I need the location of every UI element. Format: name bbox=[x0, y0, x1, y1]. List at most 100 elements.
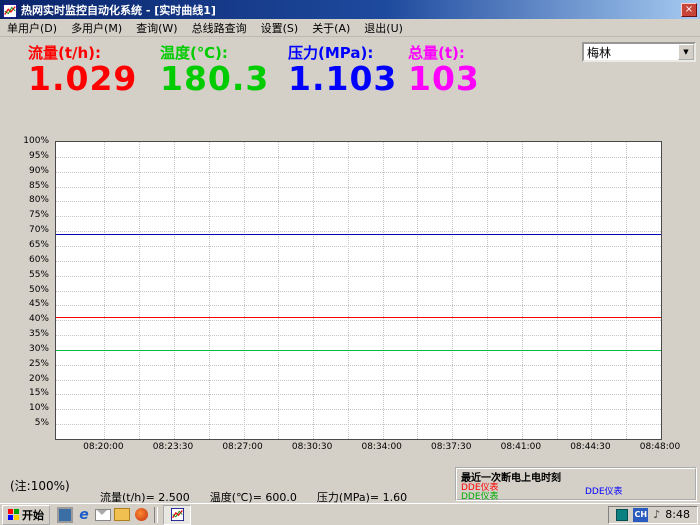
x-axis-label: 08:34:00 bbox=[361, 442, 401, 452]
series-line-3 bbox=[56, 350, 661, 351]
dde-meter-2: DDE仪表 bbox=[461, 489, 499, 502]
y-axis-label: 50% bbox=[5, 285, 49, 295]
h-gridline bbox=[56, 276, 661, 277]
realtime-chart: 100% 95% 90% 85% 80% 75% 70% 65% 60% 55% 50% 45% 40%… bbox=[8, 137, 688, 467]
y-axis-label: 100% bbox=[5, 136, 49, 146]
h-gridline bbox=[56, 172, 661, 173]
menu-item-query[interactable]: 查询(W) bbox=[129, 18, 184, 38]
close-button[interactable]: × bbox=[681, 3, 697, 17]
h-gridline bbox=[56, 380, 661, 381]
h-gridline bbox=[56, 424, 661, 425]
internet-explorer-icon[interactable]: e bbox=[76, 507, 92, 523]
mail-icon[interactable] bbox=[95, 507, 111, 523]
folder-icon[interactable] bbox=[114, 507, 130, 523]
v-gridline bbox=[244, 142, 245, 439]
y-axis-label: 25% bbox=[5, 359, 49, 369]
app-icon bbox=[171, 508, 184, 521]
h-gridline bbox=[56, 201, 661, 202]
dde-meter-3: DDE仪表 bbox=[585, 484, 623, 497]
h-gridline bbox=[56, 335, 661, 336]
menu-item-exit[interactable]: 退出(U) bbox=[357, 18, 410, 38]
windows-flag-icon bbox=[8, 509, 19, 520]
y-axis-label: 15% bbox=[5, 388, 49, 398]
y-axis-label: 70% bbox=[5, 225, 49, 235]
x-axis-label: 08:48:00 bbox=[640, 442, 680, 452]
scale-note: (注:100%) bbox=[10, 477, 70, 494]
v-gridline bbox=[557, 142, 558, 439]
v-gridline bbox=[278, 142, 279, 439]
pressure-value: 1.103 bbox=[288, 59, 408, 98]
station-select[interactable]: 梅林 ▼ bbox=[582, 42, 696, 62]
v-gridline bbox=[591, 142, 592, 439]
y-axis-label: 35% bbox=[5, 329, 49, 339]
series-line-1 bbox=[56, 234, 661, 235]
x-axis-label: 08:41:00 bbox=[501, 442, 541, 452]
v-gridline bbox=[313, 142, 314, 439]
h-gridline bbox=[56, 216, 661, 217]
y-axis-label: 65% bbox=[5, 240, 49, 250]
v-gridline bbox=[626, 142, 627, 439]
y-axis-label: 45% bbox=[5, 299, 49, 309]
menu-bar: 单用户(D) 多用户(M) 查询(W) 总线路查询 设置(S) 关于(A) 退出… bbox=[0, 19, 700, 37]
station-select-value: 梅林 bbox=[584, 44, 678, 61]
y-axis-label: 20% bbox=[5, 374, 49, 384]
y-axis-label: 5% bbox=[5, 418, 49, 428]
x-axis-label: 08:30:30 bbox=[292, 442, 332, 452]
y-axis-label: 80% bbox=[5, 195, 49, 205]
x-axis-label: 08:44:30 bbox=[570, 442, 610, 452]
h-gridline bbox=[56, 187, 661, 188]
menu-item-about[interactable]: 关于(A) bbox=[305, 18, 357, 38]
y-axis-label: 95% bbox=[5, 151, 49, 161]
start-button-label: 开始 bbox=[22, 507, 44, 523]
flow-value: 1.029 bbox=[28, 59, 160, 98]
series-line-2 bbox=[56, 317, 661, 318]
v-gridline bbox=[522, 142, 523, 439]
taskbar: 开始 e CH ♪ 8:48 bbox=[0, 503, 700, 525]
h-gridline bbox=[56, 231, 661, 232]
readings-values-row: 1.029 180.3 1.103 103 bbox=[28, 59, 480, 98]
h-gridline bbox=[56, 246, 661, 247]
language-indicator[interactable]: CH bbox=[633, 508, 648, 522]
plot-area bbox=[55, 141, 662, 440]
h-gridline bbox=[56, 365, 661, 366]
temperature-value: 180.3 bbox=[160, 59, 288, 98]
x-axis-label: 08:27:00 bbox=[222, 442, 262, 452]
power-event-panel: 最近一次断电上电时刻 DDE仪表 DDE仪表 DDE仪表 bbox=[455, 467, 697, 501]
h-gridline bbox=[56, 394, 661, 395]
y-axis-label: 85% bbox=[5, 181, 49, 191]
v-gridline bbox=[383, 142, 384, 439]
task-button-monitor-app[interactable] bbox=[163, 505, 191, 525]
y-axis-label: 90% bbox=[5, 166, 49, 176]
y-axis-label: 10% bbox=[5, 403, 49, 413]
taskbar-separator bbox=[154, 507, 158, 523]
menu-item-busline-query[interactable]: 总线路查询 bbox=[185, 18, 254, 38]
menu-item-single-user[interactable]: 单用户(D) bbox=[0, 18, 64, 38]
v-gridline bbox=[417, 142, 418, 439]
v-gridline bbox=[209, 142, 210, 439]
taskbar-clock[interactable]: 8:48 bbox=[665, 508, 690, 521]
main-content: 流量(t/h): 温度(℃): 压力(MPa): 总量(t): 梅林 ▼ 1.0… bbox=[0, 37, 700, 503]
x-axis-label: 08:20:00 bbox=[83, 442, 123, 452]
y-axis-label: 60% bbox=[5, 255, 49, 265]
v-gridline bbox=[104, 142, 105, 439]
menu-item-multi-user[interactable]: 多用户(M) bbox=[64, 18, 129, 38]
volume-icon[interactable]: ♪ bbox=[653, 508, 660, 522]
tray-status-icon[interactable] bbox=[616, 509, 628, 521]
h-gridline bbox=[56, 261, 661, 262]
menu-item-settings[interactable]: 设置(S) bbox=[254, 18, 306, 38]
start-button[interactable]: 开始 bbox=[2, 505, 50, 525]
window-title: 热网实时监控自动化系统 - [实时曲线1] bbox=[21, 2, 681, 18]
y-axis-label: 75% bbox=[5, 210, 49, 220]
show-desktop-icon[interactable] bbox=[57, 507, 73, 523]
v-gridline bbox=[487, 142, 488, 439]
chevron-down-icon[interactable]: ▼ bbox=[678, 44, 694, 60]
title-bar: 热网实时监控自动化系统 - [实时曲线1] × bbox=[0, 0, 700, 19]
v-gridline bbox=[348, 142, 349, 439]
v-gridline bbox=[139, 142, 140, 439]
h-gridline bbox=[56, 409, 661, 410]
y-axis-label: 55% bbox=[5, 270, 49, 280]
total-value: 103 bbox=[408, 59, 480, 98]
media-player-icon[interactable] bbox=[133, 507, 149, 523]
y-axis-label: 40% bbox=[5, 314, 49, 324]
x-axis-label: 08:37:30 bbox=[431, 442, 471, 452]
